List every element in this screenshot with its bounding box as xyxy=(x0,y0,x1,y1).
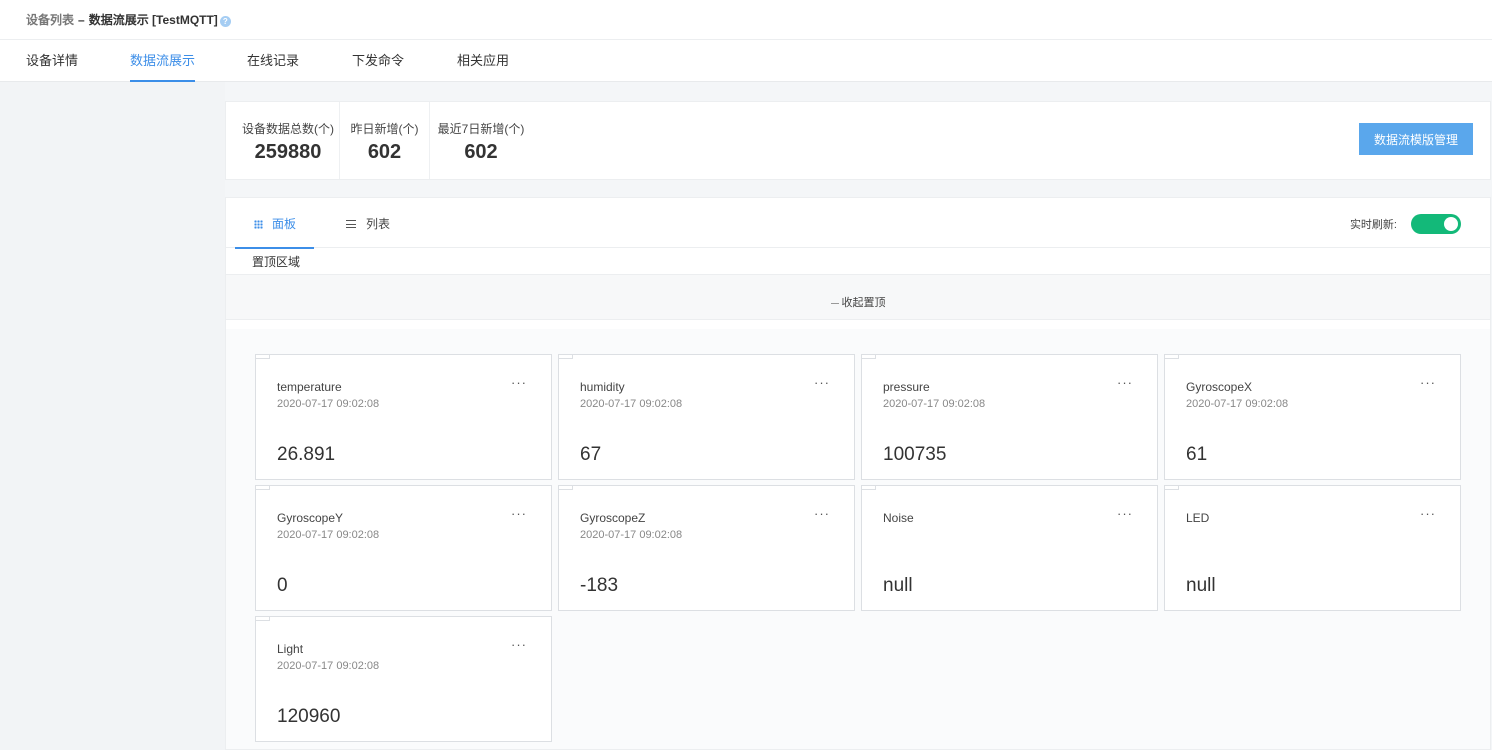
collapse-pinned-button[interactable]: 收起置顶 xyxy=(226,275,1490,320)
stat-value: 602 xyxy=(464,141,498,163)
tab-list-label: 列表 xyxy=(366,217,391,231)
minus-icon xyxy=(830,302,839,304)
card-timestamp: 2020-07-17 09:02:08 xyxy=(580,529,683,541)
stat-yesterday: 昨日新增(个) 602 xyxy=(341,102,428,179)
main-tabs: 设备详情 数据流展示 在线记录 下发命令 相关应用 xyxy=(0,40,1492,82)
card-corner xyxy=(559,486,573,490)
tab-datastream[interactable]: 数据流展示 xyxy=(130,40,196,82)
breadcrumb-separator: – xyxy=(78,12,85,27)
card-name: Noise xyxy=(883,511,914,525)
card-name: pressure xyxy=(883,380,930,394)
collapse-label: 收起置顶 xyxy=(841,297,886,309)
datastream-card[interactable]: GyroscopeY 2020-07-17 09:02:08 0 ··· xyxy=(255,485,552,611)
tab-device-details[interactable]: 设备详情 xyxy=(26,40,78,82)
card-name: humidity xyxy=(580,380,625,394)
more-icon[interactable]: ··· xyxy=(511,637,527,652)
datastream-card[interactable]: Light 2020-07-17 09:02:08 120960 ··· xyxy=(255,616,552,742)
stat-label: 昨日新增(个) xyxy=(350,122,419,136)
stat-total: 设备数据总数(个) 259880 xyxy=(236,102,340,179)
more-icon[interactable]: ··· xyxy=(1117,375,1133,390)
stat-divider xyxy=(339,102,340,179)
tab-list-view[interactable]: 列表 xyxy=(346,198,406,248)
stat-value: 602 xyxy=(367,141,402,163)
card-corner xyxy=(862,486,876,490)
card-corner xyxy=(256,486,270,490)
card-corner xyxy=(256,355,270,359)
card-value: null xyxy=(883,575,913,596)
card-corner xyxy=(1165,355,1179,359)
card-name: GyroscopeY xyxy=(277,511,344,525)
datastream-card[interactable]: LED null ··· xyxy=(1164,485,1461,611)
card-value: 0 xyxy=(277,575,288,596)
toggle-knob xyxy=(1444,217,1458,231)
page-title: 数据流展示 [TestMQTT] xyxy=(88,13,218,27)
card-value: 67 xyxy=(580,444,602,465)
breadcrumb: 设备列表 – 数据流展示 [TestMQTT] ? xyxy=(0,0,1492,40)
tab-panel-view[interactable]: 面板 xyxy=(235,198,314,249)
more-icon[interactable]: ··· xyxy=(511,506,527,521)
view-tabs: 面板 列表 实时刷新: xyxy=(226,198,1490,249)
datastream-card[interactable]: Noise null ··· xyxy=(861,485,1158,611)
more-icon[interactable]: ··· xyxy=(1420,375,1436,390)
datastream-card[interactable]: GyroscopeX 2020-07-17 09:02:08 61 ··· xyxy=(1164,354,1461,480)
card-name: Light xyxy=(277,642,304,656)
realtime-refresh-toggle[interactable] xyxy=(1411,214,1461,234)
card-name: GyroscopeX xyxy=(1186,380,1253,394)
stat-divider xyxy=(429,102,430,179)
more-icon[interactable]: ··· xyxy=(814,506,830,521)
datastream-panel: 面板 列表 实时刷新: 置顶区域 收起置顶 temperature 2020-0… xyxy=(225,197,1491,750)
breadcrumb-device-list-link[interactable]: 设备列表 xyxy=(26,11,74,28)
card-value: 26.891 xyxy=(277,444,336,465)
stat-label: 设备数据总数(个) xyxy=(242,122,334,136)
tab-related-apps[interactable]: 相关应用 xyxy=(457,40,509,82)
stats-bar: 设备数据总数(个) 259880 昨日新增(个) 602 最近7日新增(个) 6… xyxy=(225,101,1491,180)
card-value: 120960 xyxy=(277,706,341,727)
pinned-area-label: 置顶区域 xyxy=(252,255,301,269)
card-timestamp: 2020-07-17 09:02:08 xyxy=(277,529,380,541)
card-corner xyxy=(256,617,270,621)
grid-icon xyxy=(254,220,263,229)
card-corner xyxy=(559,355,573,359)
datastream-cards: temperature 2020-07-17 09:02:08 26.891 ·… xyxy=(226,329,1490,749)
more-icon[interactable]: ··· xyxy=(814,375,830,390)
tab-panel-label: 面板 xyxy=(272,217,297,231)
datastream-template-button[interactable]: 数据流模版管理 xyxy=(1359,123,1473,155)
card-name: GyroscopeZ xyxy=(580,511,646,525)
card-value: 100735 xyxy=(883,444,947,465)
card-value: -183 xyxy=(580,575,619,596)
tab-online-records[interactable]: 在线记录 xyxy=(247,40,299,82)
stat-value: 259880 xyxy=(254,141,322,163)
card-timestamp: 2020-07-17 09:02:08 xyxy=(277,660,380,672)
more-icon[interactable]: ··· xyxy=(1117,506,1133,521)
datastream-card[interactable]: GyroscopeZ 2020-07-17 09:02:08 -183 ··· xyxy=(558,485,855,611)
card-corner xyxy=(862,355,876,359)
card-timestamp: 2020-07-17 09:02:08 xyxy=(580,398,683,410)
more-icon[interactable]: ··· xyxy=(511,375,527,390)
stat-label: 最近7日新增(个) xyxy=(437,122,525,136)
card-timestamp: 2020-07-17 09:02:08 xyxy=(1186,398,1289,410)
stat-last-7-days: 最近7日新增(个) 602 xyxy=(431,102,531,179)
card-name: temperature xyxy=(277,380,342,394)
datastream-card[interactable]: temperature 2020-07-17 09:02:08 26.891 ·… xyxy=(255,354,552,480)
datastream-card[interactable]: pressure 2020-07-17 09:02:08 100735 ··· xyxy=(861,354,1158,480)
card-corner xyxy=(1165,486,1179,490)
left-gutter xyxy=(0,82,225,750)
tab-send-command[interactable]: 下发命令 xyxy=(352,40,404,82)
card-timestamp: 2020-07-17 09:02:08 xyxy=(277,398,380,410)
card-value: 61 xyxy=(1186,444,1208,465)
card-timestamp: 2020-07-17 09:02:08 xyxy=(883,398,986,410)
card-value: null xyxy=(1186,575,1216,596)
datastream-card[interactable]: humidity 2020-07-17 09:02:08 67 ··· xyxy=(558,354,855,480)
list-icon xyxy=(346,220,356,228)
card-name: LED xyxy=(1186,511,1210,525)
more-icon[interactable]: ··· xyxy=(1420,506,1436,521)
help-icon[interactable]: ? xyxy=(219,15,231,27)
realtime-refresh-label: 实时刷新: xyxy=(1349,219,1397,231)
